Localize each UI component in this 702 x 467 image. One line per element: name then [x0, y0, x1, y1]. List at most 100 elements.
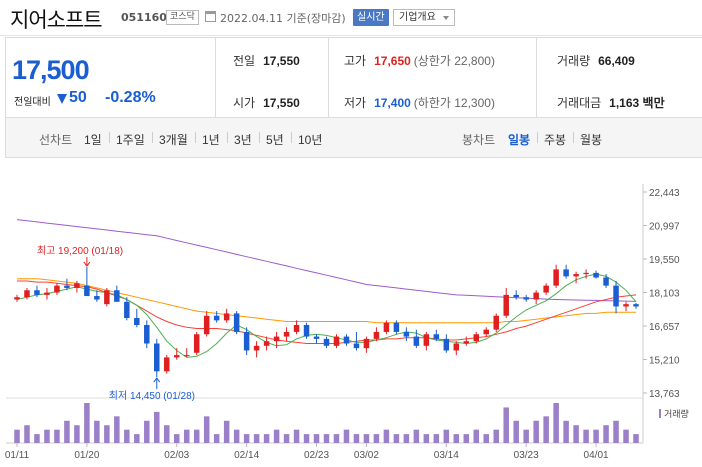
candle-body: [44, 292, 50, 295]
candle-body: [14, 297, 20, 300]
candlestick-chart[interactable]: 22,443 20,997 19,550 18,103 16,657 15,210 13,7…: [0, 160, 702, 467]
candle-body: [134, 318, 140, 325]
y-tick-label: 15,210: [649, 356, 680, 367]
tab-5y[interactable]: 5년: [266, 131, 284, 148]
x-tick-label: 03/02: [354, 450, 379, 461]
tab-divider: [227, 132, 228, 143]
tab-10y[interactable]: 10년: [298, 131, 322, 148]
candle-body: [493, 315, 499, 330]
candle-body: [64, 285, 70, 288]
candle-body: [543, 285, 549, 293]
y-tick-label: 22,443: [649, 188, 680, 199]
market-badge: 코스닥: [166, 10, 199, 25]
y-tick-label: 13,763: [649, 389, 680, 400]
volume-bar: [283, 434, 290, 443]
candle-body: [243, 331, 250, 351]
volume-bar: [303, 434, 310, 443]
volume-bar: [263, 434, 270, 443]
volume-bar: [403, 434, 410, 443]
stock-code: 051160: [121, 11, 167, 24]
volume-bar: [433, 434, 440, 443]
tab-daily[interactable]: 일봉: [508, 131, 530, 148]
candle-body: [213, 315, 220, 321]
candle-body: [603, 277, 609, 286]
volume-bar: [513, 420, 519, 443]
x-tick-label: 04/01: [584, 450, 609, 461]
tab-weekly[interactable]: 주봉: [544, 131, 566, 148]
candle-body: [453, 343, 460, 351]
volume-bar: [483, 434, 489, 443]
divider: [536, 38, 537, 117]
volume-bar: [44, 429, 50, 443]
current-price-box: 17,500 전일대비 50 -0.28%: [6, 38, 216, 117]
candle-chart-label: 봉차트: [462, 133, 496, 147]
volume-bar: [423, 434, 430, 443]
volume-bar: [593, 429, 599, 443]
volume-legend-swatch: [659, 409, 661, 418]
company-overview-dropdown[interactable]: 기업개요: [393, 9, 455, 26]
volume-bar: [613, 420, 619, 443]
volume-bar: [323, 434, 330, 443]
tab-monthly[interactable]: 월봉: [580, 131, 602, 148]
x-tick-label: 02/14: [234, 450, 259, 461]
divider: [328, 38, 329, 117]
candle-body: [553, 269, 559, 286]
tab-3m[interactable]: 3개월: [159, 131, 188, 148]
candle-body: [593, 272, 599, 278]
candle-body: [293, 324, 300, 332]
volume-bar: [383, 429, 390, 443]
candle-body: [333, 336, 340, 346]
reference-date: 2022.04.11 기준(장마감): [220, 12, 346, 25]
candle-body: [74, 283, 80, 288]
candle-body: [183, 355, 190, 357]
quote-panel: 17,500 전일대비 50 -0.28% 전일 17,550 고가 17,650(…: [5, 37, 702, 118]
volume-bar: [134, 434, 140, 443]
tab-3y[interactable]: 3년: [234, 131, 252, 148]
tab-1y[interactable]: 1년: [202, 131, 220, 148]
candle-body: [164, 357, 170, 372]
tab-divider: [537, 132, 538, 143]
current-price: 17,500: [12, 55, 90, 85]
volume-bar: [233, 429, 240, 443]
y-tick-label: 16,657: [649, 322, 680, 333]
candle-body: [24, 290, 30, 298]
candle-body: [433, 334, 440, 339]
volume-bar: [463, 434, 470, 443]
volume-bar: [34, 434, 40, 443]
volume-bar: [543, 416, 549, 443]
candle-body: [323, 338, 330, 346]
candle-body: [84, 285, 90, 297]
candle-body: [263, 341, 270, 346]
candle-body: [124, 301, 130, 319]
volume-bar: [473, 429, 480, 443]
volume-bar: [553, 403, 559, 443]
company-overview-label: 기업개요: [399, 12, 436, 23]
candle-body: [623, 304, 629, 307]
tab-divider: [291, 132, 292, 143]
down-arrow-icon: [57, 94, 67, 104]
candle-body: [283, 331, 290, 337]
x-tick-label: 03/23: [514, 450, 539, 461]
volume-bar: [573, 425, 579, 443]
tab-divider: [573, 132, 574, 143]
realtime-button[interactable]: 실시간: [353, 9, 389, 26]
tab-1d[interactable]: 1일: [84, 131, 102, 148]
volume-bar: [223, 420, 230, 443]
candle-body: [503, 294, 509, 316]
volume-bar: [84, 403, 90, 443]
volume-bar: [253, 434, 260, 443]
tab-1w[interactable]: 1주일: [116, 131, 145, 148]
volume-bar: [144, 420, 150, 443]
tab-divider: [195, 132, 196, 143]
high-price: 고가 17,650 (상한가 22,800): [344, 54, 495, 68]
candle-body: [473, 334, 480, 342]
volume-bar: [64, 420, 70, 443]
low-price: 저가 17,400 (하한가 12,300): [344, 96, 495, 110]
prev-close: 전일 17,550: [233, 54, 300, 68]
volume-bar: [373, 434, 380, 443]
volume-bar: [114, 416, 120, 443]
volume-bar: [154, 411, 160, 443]
volume-bar: [353, 434, 360, 443]
tab-divider: [259, 132, 260, 143]
candle-body: [233, 313, 240, 332]
